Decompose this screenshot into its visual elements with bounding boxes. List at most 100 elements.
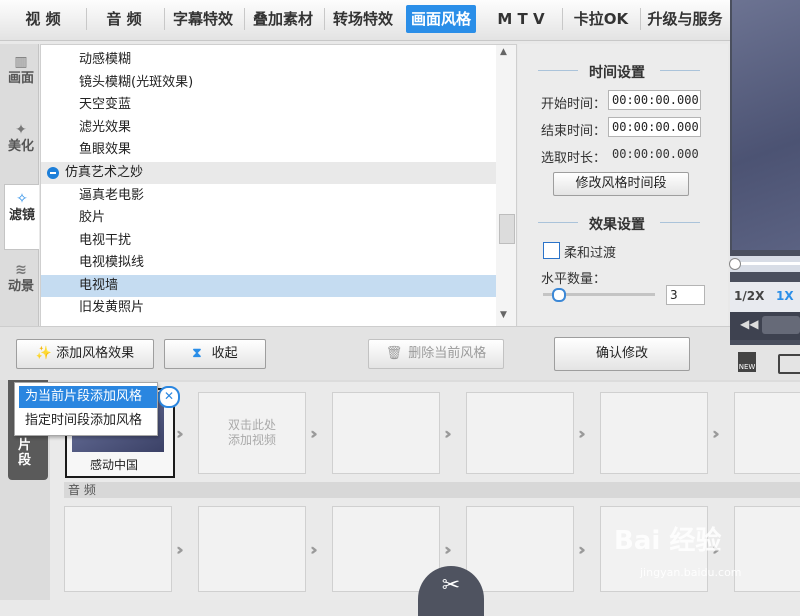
list-group-header[interactable]: 仿真艺术之妙 (41, 162, 496, 184)
chevron-right-icon: ››› (310, 540, 317, 559)
new-file-icon[interactable]: NEW (738, 352, 756, 372)
end-time-field[interactable]: 00:00:00.000 (608, 117, 701, 137)
scroll-down-icon[interactable]: ▼ (500, 310, 507, 320)
empty-clip-slot[interactable] (466, 392, 574, 474)
collapse-label: 收起 (211, 346, 238, 361)
modify-time-button[interactable]: 修改风格时间段 (553, 172, 689, 196)
film-icon: ▥ (14, 54, 28, 70)
baidu-watermark: Bai 经验 (614, 526, 722, 556)
audio-clip-slot[interactable] (198, 506, 306, 592)
side-tab-filter[interactable]: ✧ 滤镜 (4, 184, 39, 250)
list-item[interactable]: 鱼眼效果 (41, 139, 496, 161)
video-preview (732, 0, 800, 250)
magic-stars-icon: ✧ (16, 191, 28, 207)
tab-mtv[interactable]: M T V (484, 5, 558, 33)
list-item-label: 逼真老电影 (79, 188, 145, 203)
list-item[interactable]: 滤光效果 (41, 117, 496, 139)
list-item-label: 鱼眼效果 (79, 142, 132, 157)
add-effect-button[interactable]: ✨ 添加风格效果 (16, 339, 154, 369)
side-tab-picture[interactable]: ▥ 画面 (4, 48, 38, 112)
list-item[interactable]: 胶片 (41, 207, 496, 229)
empty-clip-slot[interactable] (600, 392, 708, 474)
trash-icon: 🗑 (385, 346, 403, 361)
tab-upgrade[interactable]: 升级与服务 (642, 5, 728, 33)
list-item-label: 镜头模糊(光斑效果) (79, 75, 194, 90)
list-item-selected[interactable]: 电视墙 (41, 275, 496, 297)
list-item[interactable]: 天空变蓝 (41, 94, 496, 116)
side-tab-motion[interactable]: ≋ 动景 (4, 256, 38, 320)
volume-slider[interactable] (762, 316, 800, 334)
side-tab-label: 画面 (7, 71, 34, 86)
list-item[interactable]: 电视模拟线 (41, 252, 496, 274)
tab-audio[interactable]: 音 频 (90, 5, 158, 33)
confirm-button[interactable]: 确认修改 (554, 337, 690, 371)
add-effect-label: 添加风格效果 (56, 346, 135, 361)
audio-clip-slot[interactable] (64, 506, 172, 592)
menu-item-current-clip[interactable]: 为当前片段添加风格 (19, 386, 157, 408)
list-item-label: 电视墙 (79, 278, 119, 293)
list-item-label: 电视模拟线 (79, 255, 145, 270)
list-item-label: 动感模糊 (79, 52, 132, 67)
tab-separator (640, 8, 641, 30)
delete-effect-button[interactable]: 🗑 删除当前风格 (368, 339, 504, 369)
duration-label: 选取时长： (541, 151, 607, 166)
start-time-label: 开始时间： (541, 97, 607, 112)
collapse-button[interactable]: ⧗ 收起 (164, 339, 266, 369)
magic-wand-icon: ✦ (15, 122, 27, 138)
scroll-up-icon[interactable]: ▲ (500, 47, 507, 57)
tab-karaoke[interactable]: 卡拉OK (566, 5, 636, 33)
side-tab-label: 美化 (7, 139, 34, 154)
speed-one-button[interactable]: 1X (776, 289, 794, 303)
divider (660, 222, 700, 223)
chevron-right-icon: ››› (712, 424, 719, 443)
tab-picture-style[interactable]: 画面风格 (406, 5, 476, 33)
list-item-label: 胶片 (79, 210, 106, 225)
list-item[interactable]: 动感模糊 (41, 49, 496, 71)
divider (660, 70, 700, 71)
scrollbar-thumb[interactable] (499, 214, 515, 244)
soft-transition-checkbox[interactable] (543, 242, 560, 259)
empty-clip-slot[interactable] (734, 392, 800, 474)
list-item[interactable]: 旧发黄照片 (41, 297, 496, 319)
empty-clip-slot[interactable] (332, 392, 440, 474)
audio-clip-slot[interactable] (466, 506, 574, 592)
chevron-right-icon: ››› (578, 540, 585, 559)
add-magic-icon: ✨ (35, 346, 53, 361)
list-item[interactable]: 镜头模糊(光斑效果) (41, 72, 496, 94)
collapse-minus-icon[interactable] (47, 167, 59, 179)
tab-separator (562, 8, 563, 30)
tab-transition[interactable]: 转场特效 (326, 5, 400, 33)
chevron-right-icon: ››› (444, 540, 451, 559)
baidu-watermark-url: jingyan.baidu.com (640, 566, 742, 579)
list-group-label: 仿真艺术之妙 (65, 165, 144, 180)
delete-effect-label: 删除当前风格 (408, 346, 487, 361)
folder-icon[interactable] (778, 354, 800, 374)
soft-transition-label: 柔和过渡 (564, 246, 617, 261)
chevron-right-icon: ››› (176, 424, 183, 443)
list-item[interactable]: 电视干扰 (41, 230, 496, 252)
chevron-right-icon: ››› (578, 424, 585, 443)
list-scrollbar[interactable] (496, 44, 517, 328)
rewind-icon[interactable]: ◀◀ (740, 317, 758, 331)
close-icon[interactable]: ✕ (158, 386, 180, 408)
tab-separator (324, 8, 325, 30)
horizontal-count-field[interactable]: 3 (666, 285, 705, 305)
speed-half-button[interactable]: 1/2X (734, 289, 764, 303)
tab-overlay[interactable]: 叠加素材 (246, 5, 320, 33)
end-time-label: 结束时间： (541, 124, 607, 139)
horizontal-count-slider-knob[interactable] (552, 288, 567, 302)
list-item-label: 旧发黄照片 (79, 300, 145, 315)
side-tab-label: 动景 (7, 279, 34, 294)
tab-separator (244, 8, 245, 30)
start-time-field[interactable]: 00:00:00.000 (608, 90, 701, 110)
list-item-label: 电视干扰 (79, 233, 132, 248)
chevron-right-icon: ››› (310, 424, 317, 443)
side-tab-beautify[interactable]: ✦ 美化 (4, 116, 38, 180)
list-item[interactable]: 逼真老电影 (41, 185, 496, 207)
tab-subtitle-effects[interactable]: 字幕特效 (166, 5, 240, 33)
side-tab-label: 滤镜 (8, 208, 35, 223)
seek-knob[interactable] (729, 258, 741, 270)
time-settings-header: 时间设置 (589, 65, 645, 81)
tab-video[interactable]: 视 频 (6, 5, 80, 33)
menu-item-time-range[interactable]: 指定时间段添加风格 (19, 410, 157, 432)
